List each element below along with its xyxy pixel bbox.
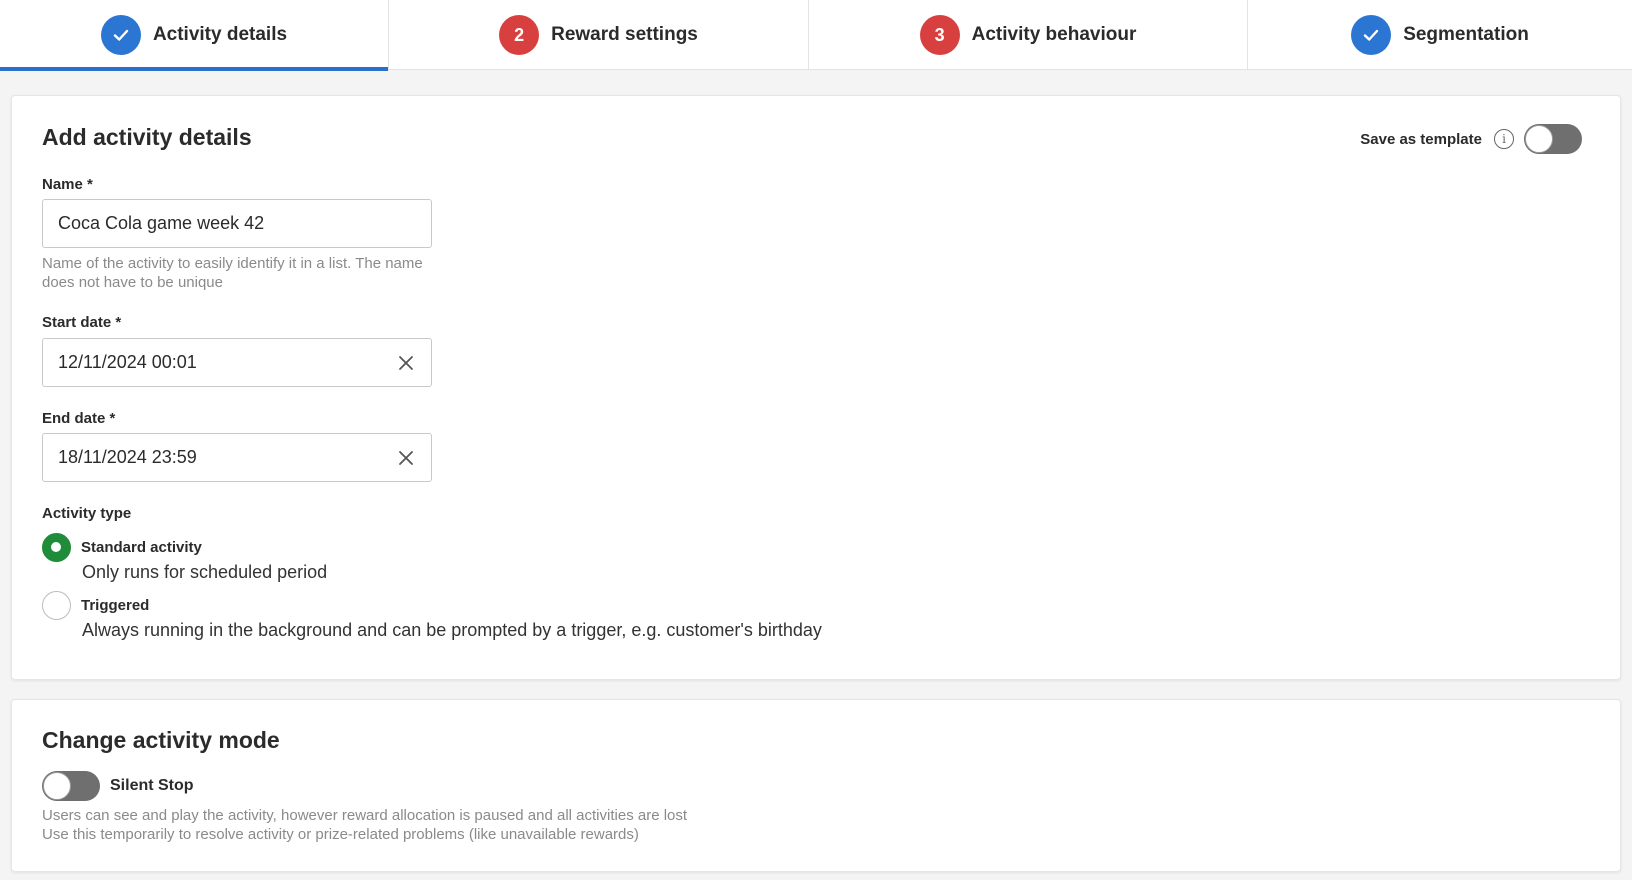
card-title: Change activity mode — [42, 727, 280, 753]
step-done-check-icon — [1351, 15, 1392, 55]
step-label: Activity behaviour — [971, 24, 1137, 45]
save-template-toggle[interactable] — [1524, 124, 1582, 154]
step-reward-settings[interactable]: 2 Reward settings — [389, 0, 809, 70]
end-date-input[interactable] — [43, 434, 363, 481]
step-done-check-icon — [100, 15, 141, 55]
activity-details-card: Add activity details Save as template i … — [11, 95, 1621, 680]
clear-start-date-icon[interactable] — [395, 352, 417, 374]
toggle-knob — [43, 772, 71, 800]
silent-stop-help-line2: Use this temporarily to resolve activity… — [42, 826, 639, 843]
start-date-label: Start date * — [42, 314, 122, 331]
activity-mode-card: Change activity mode Silent Stop Users c… — [11, 699, 1621, 872]
step-label: Activity details — [152, 24, 288, 45]
step-label: Reward settings — [551, 24, 698, 45]
radio-description: Always running in the background and can… — [82, 620, 822, 640]
info-icon[interactable]: i — [1494, 129, 1514, 149]
activity-type-label: Activity type — [42, 505, 132, 522]
start-date-input[interactable] — [43, 339, 363, 386]
radio-label: Triggered — [81, 597, 150, 614]
name-help-text: Name of the activity to easily identify … — [42, 255, 423, 291]
active-step-indicator — [0, 67, 388, 71]
stepper: Activity details 2 Reward settings 3 Act… — [0, 0, 1632, 71]
end-date-label: End date * — [42, 410, 116, 427]
save-template-row: Save as template i — [1360, 124, 1582, 154]
save-template-label: Save as template — [1360, 130, 1482, 148]
silent-stop-label: Silent Stop — [110, 777, 194, 794]
start-date-field-box — [42, 338, 432, 387]
radio-label: Standard activity — [81, 539, 202, 556]
name-label: Name * — [42, 176, 93, 193]
step-activity-behaviour[interactable]: 3 Activity behaviour — [809, 0, 1248, 70]
silent-stop-toggle[interactable] — [42, 771, 100, 801]
step-number-badge: 2 — [499, 15, 540, 55]
name-field-box — [42, 199, 432, 248]
clear-end-date-icon[interactable] — [395, 447, 417, 469]
radio-button[interactable] — [42, 591, 71, 620]
radio-button-checked[interactable] — [42, 533, 71, 562]
step-number-badge: 3 — [919, 15, 960, 55]
radio-triggered[interactable]: Triggered — [42, 591, 149, 620]
step-segmentation[interactable]: Segmentation — [1248, 0, 1632, 70]
toggle-knob — [1525, 125, 1553, 153]
silent-stop-help-line1: Users can see and play the activity, how… — [42, 807, 688, 824]
step-label: Segmentation — [1403, 24, 1529, 45]
step-activity-details[interactable]: Activity details — [0, 0, 389, 71]
card-title: Add activity details — [42, 124, 252, 150]
end-date-field-box — [42, 433, 432, 482]
name-input[interactable] — [43, 200, 363, 247]
silent-stop-row: Silent Stop — [42, 771, 194, 801]
radio-standard-activity[interactable]: Standard activity — [42, 533, 202, 562]
radio-description: Only runs for scheduled period — [82, 562, 328, 582]
